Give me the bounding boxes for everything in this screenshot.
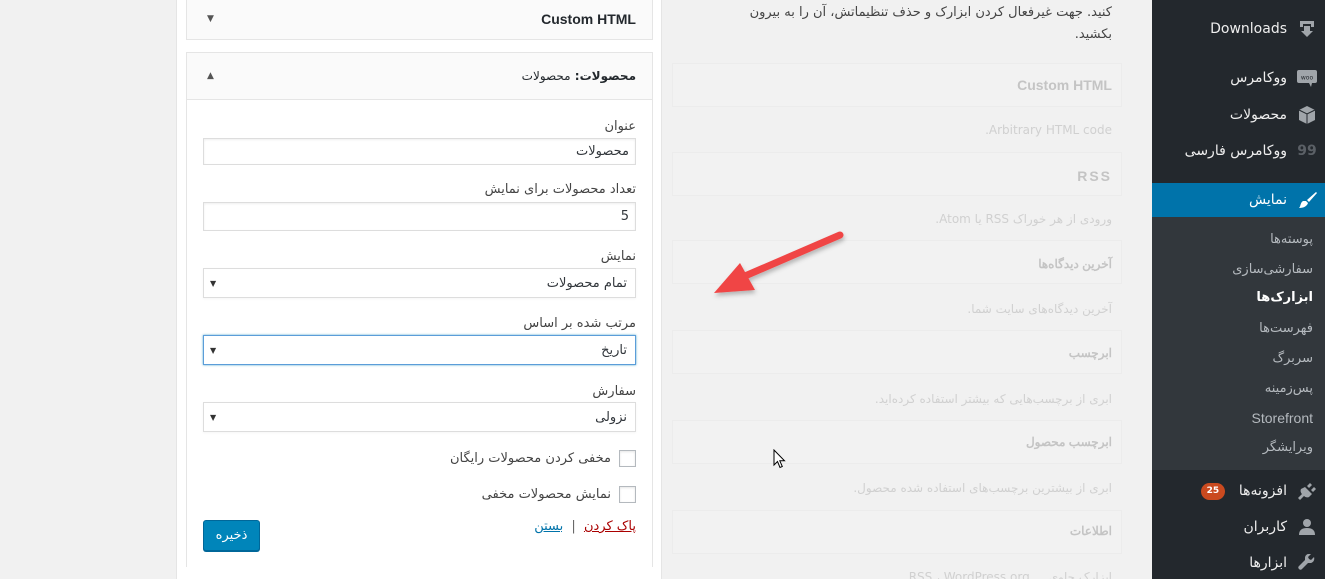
mouse-cursor-icon [773,449,786,469]
menu-label: Downloads [1210,21,1287,37]
collapse-arrow-icon[interactable]: ▲ [207,71,214,81]
submenu-item-widgets[interactable]: ابزارک‌ها [1256,290,1313,305]
widget-title: محصولات: محصولات [522,69,636,83]
menu-item-woocommerce[interactable]: woo ووکامرس [1152,61,1325,95]
submenu-item-background[interactable]: پس‌زمینه [1265,381,1313,396]
available-widget-title[interactable]: ابرچسب محصول [1026,435,1112,449]
available-widget-desc: آخرین دیدگاه‌های سایت شما. [967,302,1112,316]
menu-item-plugins[interactable]: افزونه‌ها 25 [1152,474,1325,508]
menu-label: ابزارها [1249,555,1287,571]
widget-title: Custom HTML [541,11,636,27]
widget-control-links: پاک کردن | بستن [534,519,636,534]
order-select-value: نزولی [595,409,627,425]
menu-item-appearance[interactable]: نمایش [1144,183,1325,217]
count-input[interactable] [203,202,636,231]
submenu-item-storefront[interactable]: Storefront [1252,410,1313,426]
expand-arrow-icon[interactable]: ▼ [207,14,214,24]
submenu-item-themes[interactable]: پوسته‌ها [1270,232,1313,247]
hide-free-products-row[interactable]: مخفی کردن محصولات رایگان [450,450,636,467]
left-gutter [0,0,176,579]
orderby-select[interactable]: تاریخ ▼ [203,335,636,365]
available-widget-box[interactable] [672,152,1122,196]
widget-instance-name: محصولات [521,69,571,83]
orderby-label: مرتب شده بر اساس [523,316,636,331]
menu-item-products[interactable]: محصولات [1152,98,1325,132]
submenu-item-customize[interactable]: سفارشی‌سازی [1232,262,1313,277]
available-widget-title[interactable]: RSS [1077,168,1112,184]
available-widget-desc: ابزارک حاوی ... RSS ، WordPress.org [908,570,1112,579]
submenu-item-header[interactable]: سربرگ [1273,351,1314,366]
available-widgets-intro: کنید. جهت غیرفعال کردن ابزارک و حذف تنظی… [749,5,1112,42]
delete-link[interactable]: پاک کردن [584,519,636,534]
widget-products: ▲ محصولات: محصولات عنوان تعداد محصولات ب… [186,52,653,567]
widget-header[interactable]: ▲ محصولات: محصولات [187,53,652,100]
available-widget-desc: ابری از برچسب‌هایی که بیشتر استفاده کرده… [874,392,1112,406]
widget-type: محصولات: [574,69,636,83]
available-widget-box[interactable] [672,330,1122,374]
user-icon [1297,517,1317,537]
dropdown-arrow-icon: ▼ [210,412,217,422]
menu-label: نمایش [1248,192,1287,208]
menu-item-tools[interactable]: ابزارها [1152,546,1325,579]
show-hidden-products-label[interactable]: نمایش محصولات مخفی [482,487,611,502]
available-widget-title[interactable]: اطلاعات [1070,524,1112,538]
menu-label: محصولات [1229,107,1287,123]
show-select[interactable]: تمام محصولات ▼ [203,268,636,298]
widget-area-column: ▼ Custom HTML ▲ محصولات: محصولات عنوان ت… [176,0,662,579]
menu-item-users[interactable]: کاربران [1152,510,1325,544]
submenu-item-menus[interactable]: فهرست‌ها [1259,321,1313,336]
available-widget-title[interactable]: ابرچسب [1069,346,1112,360]
menu-label: ووکامرس فارسی [1184,143,1287,159]
show-select-value: تمام محصولات [546,275,627,291]
menu-label: ووکامرس [1230,70,1287,86]
products-box-icon [1297,105,1317,125]
hide-free-products-checkbox[interactable] [619,450,636,467]
submenu-item-editor[interactable]: ویرایشگر [1263,440,1313,455]
menu-label: کاربران [1243,519,1287,535]
available-widget-title[interactable]: Custom HTML [1017,77,1112,93]
show-label: نمایش [600,249,636,264]
hide-free-products-label[interactable]: مخفی کردن محصولات رایگان [450,451,611,466]
menu-label: افزونه‌ها [1238,483,1287,499]
orderby-select-value: تاریخ [601,342,627,358]
available-widget-box[interactable] [672,510,1122,554]
title-input[interactable] [203,138,636,165]
link-separator: | [571,519,576,534]
show-hidden-products-checkbox[interactable] [619,486,636,503]
woo-icon: woo [1297,68,1317,88]
widget-header[interactable]: ▼ Custom HTML [187,0,652,39]
paintbrush-icon [1297,190,1317,210]
menu-item-downloads[interactable]: Downloads [1152,12,1325,46]
order-label: سفارش [592,384,636,399]
svg-text:woo: woo [1301,75,1314,82]
dropdown-arrow-icon: ▼ [210,345,217,355]
admin-sidebar-menu: Downloads woo ووکامرس محصولات 99 ووکامرس… [1144,0,1325,579]
save-button[interactable]: ذخیره [203,520,260,551]
current-menu-pointer [1144,192,1152,208]
available-widgets: کنید. جهت غیرفعال کردن ابزارک و حذف تنظی… [662,0,1152,579]
widget-custom-html[interactable]: ▼ Custom HTML [186,0,653,40]
count-label: تعداد محصولات برای نمایش [484,182,636,197]
plugin-update-count-badge: 25 [1200,482,1225,500]
menu-item-woocommerce-farsi[interactable]: 99 ووکامرس فارسی [1152,134,1325,168]
widget-form: عنوان تعداد محصولات برای نمایش نمایش تما… [187,100,652,567]
quote-icon: 99 [1297,143,1317,159]
appearance-submenu: پوسته‌ها سفارشی‌سازی ابزارک‌ها فهرست‌ها … [1152,217,1325,470]
wrench-icon [1297,553,1317,573]
download-icon [1297,19,1317,39]
available-widget-title[interactable]: آخرین دیدگاه‌ها [1038,257,1112,271]
available-widget-desc: ورودی از هر خوراک RSS یا Atom. [935,212,1112,226]
available-widget-desc: Arbitrary HTML code. [985,123,1112,137]
plugin-icon [1297,481,1317,501]
close-link[interactable]: بستن [534,519,563,534]
available-widget-desc: ابری از بیشترین برچسب‌های استفاده شده مح… [853,481,1112,495]
title-label: عنوان [604,119,636,134]
show-hidden-products-row[interactable]: نمایش محصولات مخفی [482,486,636,503]
order-select[interactable]: نزولی ▼ [203,402,636,432]
dropdown-arrow-icon: ▼ [210,278,217,288]
